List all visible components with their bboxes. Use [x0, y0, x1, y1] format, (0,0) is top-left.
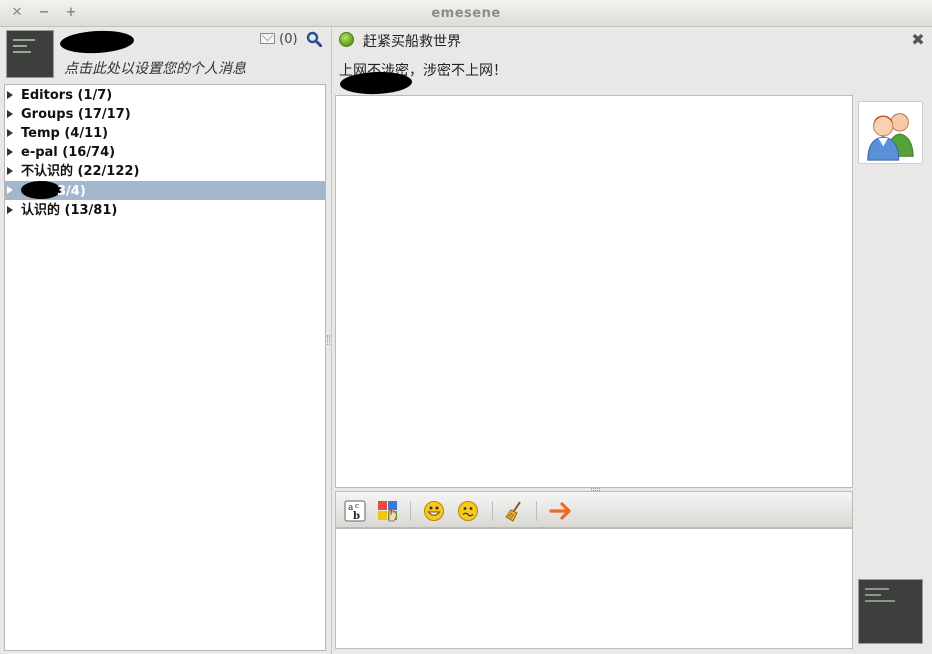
partner-nick: 赶紧买船救世界 [363, 34, 461, 50]
group-label: Groups (17/17) [21, 107, 131, 122]
nudge-icon[interactable] [549, 500, 575, 522]
group-editors[interactable]: Editors (1/7) [5, 86, 325, 105]
wink-icon[interactable] [457, 500, 479, 522]
svg-text:b: b [353, 511, 360, 522]
font-icon[interactable]: a c b [344, 500, 366, 522]
title-bar: ✕ − + emesene [0, 0, 932, 27]
color-icon[interactable] [377, 500, 399, 522]
group-temp[interactable]: Temp (4/11) [5, 124, 325, 143]
redacted-mark [21, 181, 61, 199]
online-status-icon [339, 32, 354, 47]
expand-arrow-icon[interactable] [7, 206, 13, 214]
group-acquaintances[interactable]: 认识的 (13/81) [5, 201, 325, 220]
expand-arrow-icon[interactable] [7, 129, 13, 137]
expand-arrow-icon[interactable] [7, 91, 13, 99]
self-nick-redacted[interactable] [59, 29, 135, 55]
search-icon[interactable] [306, 31, 322, 47]
group-label: e-pal (16/74) [21, 145, 116, 160]
conversation-panel: 赶紧买船救世界 ✖ 上网不涉密，涉密不上网！ a c b [331, 27, 932, 654]
group-label: Temp (4/11) [21, 126, 109, 141]
mail-icon [260, 33, 275, 44]
conversation-output[interactable] [335, 95, 853, 488]
expand-arrow-icon[interactable] [7, 167, 13, 175]
my-display-picture[interactable] [858, 579, 923, 644]
emoticon-icon[interactable] [423, 500, 445, 522]
group-redacted-selected[interactable]: 3/4) [5, 181, 325, 200]
group-groups[interactable]: Groups (17/17) [5, 105, 325, 124]
partner-avatar[interactable] [858, 101, 923, 164]
mail-button[interactable]: (0) [260, 32, 298, 47]
window-title: emesene [431, 6, 501, 21]
expand-arrow-icon[interactable] [7, 148, 13, 156]
group-label: Editors (1/7) [21, 88, 113, 103]
contact-list[interactable]: Editors (1/7) Groups (17/17) Temp (4/11)… [4, 84, 326, 651]
group-label: 3/4) [57, 184, 86, 199]
clean-icon[interactable] [503, 500, 525, 522]
personal-message[interactable]: 点击此处以设置您的个人消息 [64, 58, 246, 78]
group-e-pal[interactable]: e-pal (16/74) [5, 143, 325, 162]
input-toolbar: a c b [335, 491, 853, 528]
svg-text:c: c [355, 502, 359, 510]
contacts-panel: (0) 点击此处以设置您的个人消息 Editors (1/7) Groups (… [0, 27, 329, 654]
expand-arrow-icon[interactable] [7, 110, 13, 118]
close-conversation-icon[interactable]: ✖ [910, 32, 926, 48]
expand-arrow-icon[interactable] [7, 186, 13, 194]
pane-splitter-handle[interactable] [327, 335, 330, 345]
group-strangers[interactable]: 不认识的 (22/122) [5, 162, 325, 181]
mail-count: (0) [279, 32, 298, 47]
message-input[interactable] [335, 528, 853, 649]
group-label: 不认识的 (22/122) [21, 164, 140, 179]
group-label: 认识的 (13/81) [21, 203, 118, 218]
self-avatar[interactable] [6, 30, 54, 78]
